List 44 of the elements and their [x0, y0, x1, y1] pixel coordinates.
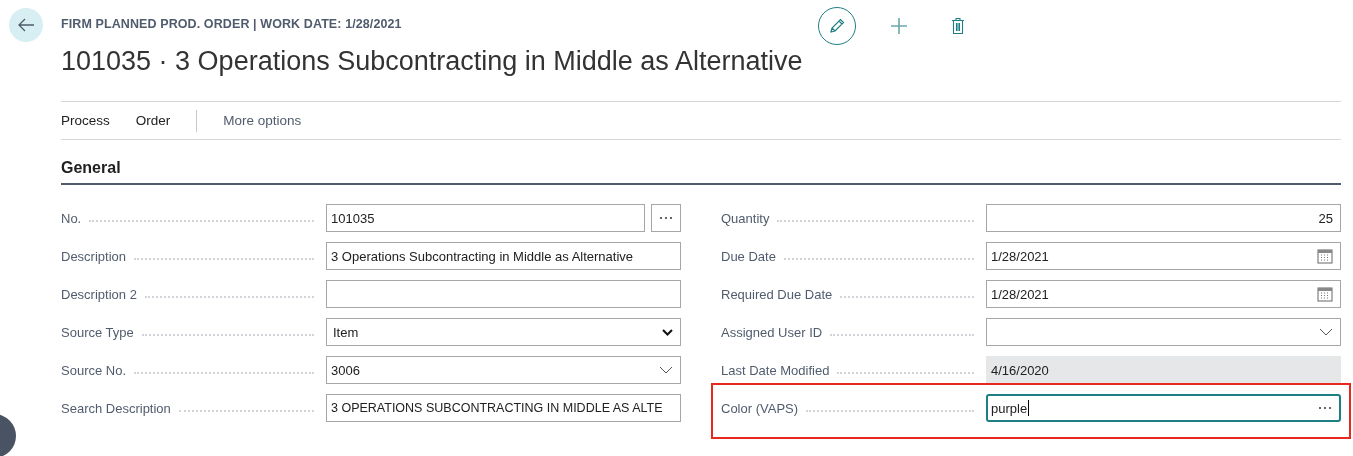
- input-field[interactable]: [326, 280, 681, 308]
- field-label: Required Due Date: [721, 286, 834, 302]
- field-label: Source No.: [61, 362, 128, 378]
- field-label: Description 2: [61, 286, 138, 302]
- ellipsis-icon[interactable]: [1318, 406, 1332, 410]
- field-label: Due Date: [721, 248, 777, 264]
- input-field[interactable]: purple: [986, 394, 1341, 422]
- field-label: Description: [61, 248, 128, 264]
- chevron-down-icon[interactable]: [662, 328, 673, 336]
- pencil-icon: [828, 17, 846, 35]
- text-cursor: [1028, 400, 1030, 416]
- input-field[interactable]: 3 OPERATIONS SUBCONTRACTING IN MIDDLE AS ALTE: [326, 394, 681, 422]
- section-heading[interactable]: General: [61, 159, 1341, 185]
- field-label: Color (VAPS): [721, 400, 800, 416]
- menu-tab[interactable]: Process: [61, 113, 110, 128]
- edit-button[interactable]: [818, 7, 856, 45]
- chevron-down-icon[interactable]: [659, 366, 673, 374]
- trash-icon[interactable]: [951, 17, 965, 35]
- date-field[interactable]: 1/28/2021: [986, 280, 1341, 308]
- chevron-down-icon[interactable]: [1319, 328, 1333, 336]
- field-label: Assigned User ID: [721, 324, 824, 340]
- input-field[interactable]: 25: [986, 204, 1341, 232]
- field-label: Search Description: [61, 400, 172, 416]
- dropdown-field[interactable]: 3006: [326, 356, 681, 384]
- input-field[interactable]: 3 Operations Subcontracting in Middle as Alternative: [326, 242, 681, 270]
- field-label: No.: [61, 210, 83, 226]
- dropdown-field[interactable]: Item: [326, 318, 681, 346]
- page-title: 101035 · 3 Operations Subcontracting in Middle as Alternative: [61, 46, 804, 77]
- dropdown-field[interactable]: [986, 318, 1341, 346]
- date-field[interactable]: 1/28/2021: [986, 242, 1341, 270]
- lookup-button[interactable]: [651, 204, 681, 232]
- menu-tab[interactable]: Order: [135, 113, 171, 128]
- ellipsis-icon: [659, 216, 673, 220]
- back-button[interactable]: [9, 8, 43, 42]
- calendar-icon[interactable]: [1317, 248, 1333, 264]
- input-field[interactable]: 101035: [326, 204, 645, 232]
- more-options-link[interactable]: More options: [223, 113, 302, 128]
- back-arrow-icon: [17, 18, 35, 32]
- field-label: Source Type: [61, 324, 135, 340]
- calendar-icon[interactable]: [1317, 286, 1333, 302]
- read-only-field: 4/16/2020: [986, 356, 1341, 384]
- page-caption: FIRM PLANNED PROD. ORDER | WORK DATE: 1/28/2021: [61, 17, 403, 31]
- field-label: Last Date Modified: [721, 362, 831, 378]
- field-label: Quantity: [721, 210, 771, 226]
